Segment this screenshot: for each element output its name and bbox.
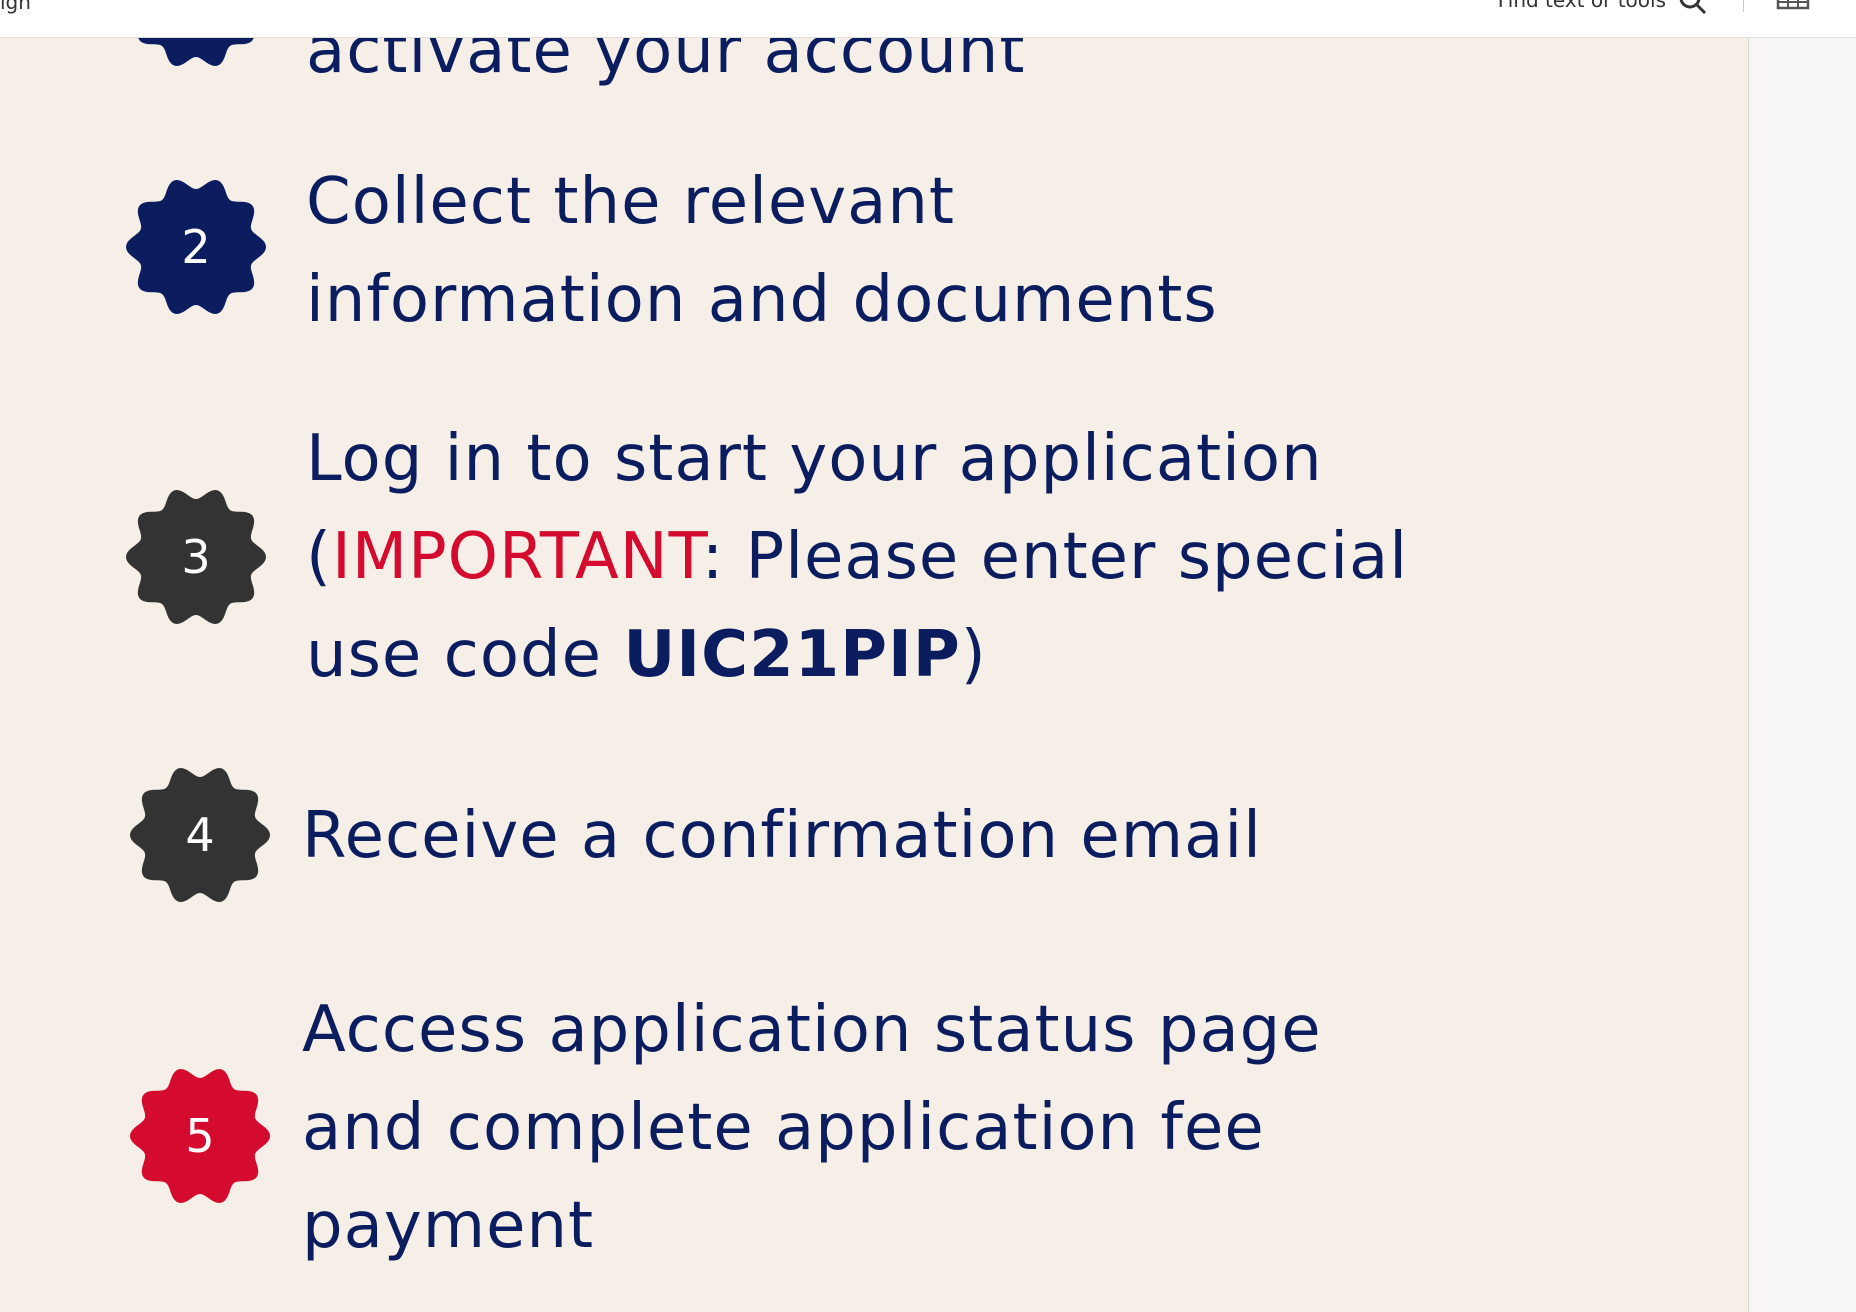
pdf-viewer: igh Find text or tools activate your acc… (0, 0, 1856, 1312)
step-5-line-1: Access application status page (302, 993, 1322, 1067)
step-3-number: 3 (181, 530, 211, 584)
step-4-number: 4 (185, 808, 215, 862)
open-paren: ( (306, 520, 332, 594)
find-text-field[interactable]: Find text or tools (1498, 0, 1666, 12)
step-2-line-2: information and documents (306, 263, 1218, 337)
step-2-line-1: Collect the relevant (306, 165, 955, 239)
close-paren: ) (960, 618, 987, 692)
step-4-text: Receive a confirmation email (302, 799, 1262, 873)
step-3-line-1: Log in to start your application (306, 422, 1323, 496)
step-3-line-3: use code UIC21PIP) (306, 606, 987, 704)
use-code-prefix: use code (306, 618, 624, 692)
special-use-code: UIC21PIP (623, 618, 961, 692)
search-icon[interactable] (1675, 0, 1711, 16)
right-side-panel (1748, 37, 1856, 1312)
step-3-badge: 3 (124, 485, 268, 629)
important-label: IMPORTANT (331, 520, 702, 594)
panel-layout-icon[interactable] (1776, 0, 1810, 10)
document-page: activate your account 2 Collect the rele… (0, 0, 1748, 1312)
step-3-line-2: (IMPORTANT: Please enter special (306, 508, 1408, 606)
viewer-toolbar: igh Find text or tools (0, 0, 1856, 38)
toolbar-divider (1743, 0, 1744, 12)
toolbar-left-text: igh (0, 0, 31, 14)
step-4-badge: 4 (128, 763, 272, 907)
step-5-number: 5 (185, 1109, 215, 1163)
step-2-number: 2 (181, 220, 211, 274)
step-5-line-3: payment (302, 1189, 595, 1263)
step-5-badge: 5 (128, 1064, 272, 1208)
step-5-line-2: and complete application fee (302, 1091, 1265, 1165)
step-2-badge: 2 (124, 175, 268, 319)
step-3-line-2-rest: : Please enter special (701, 520, 1408, 594)
